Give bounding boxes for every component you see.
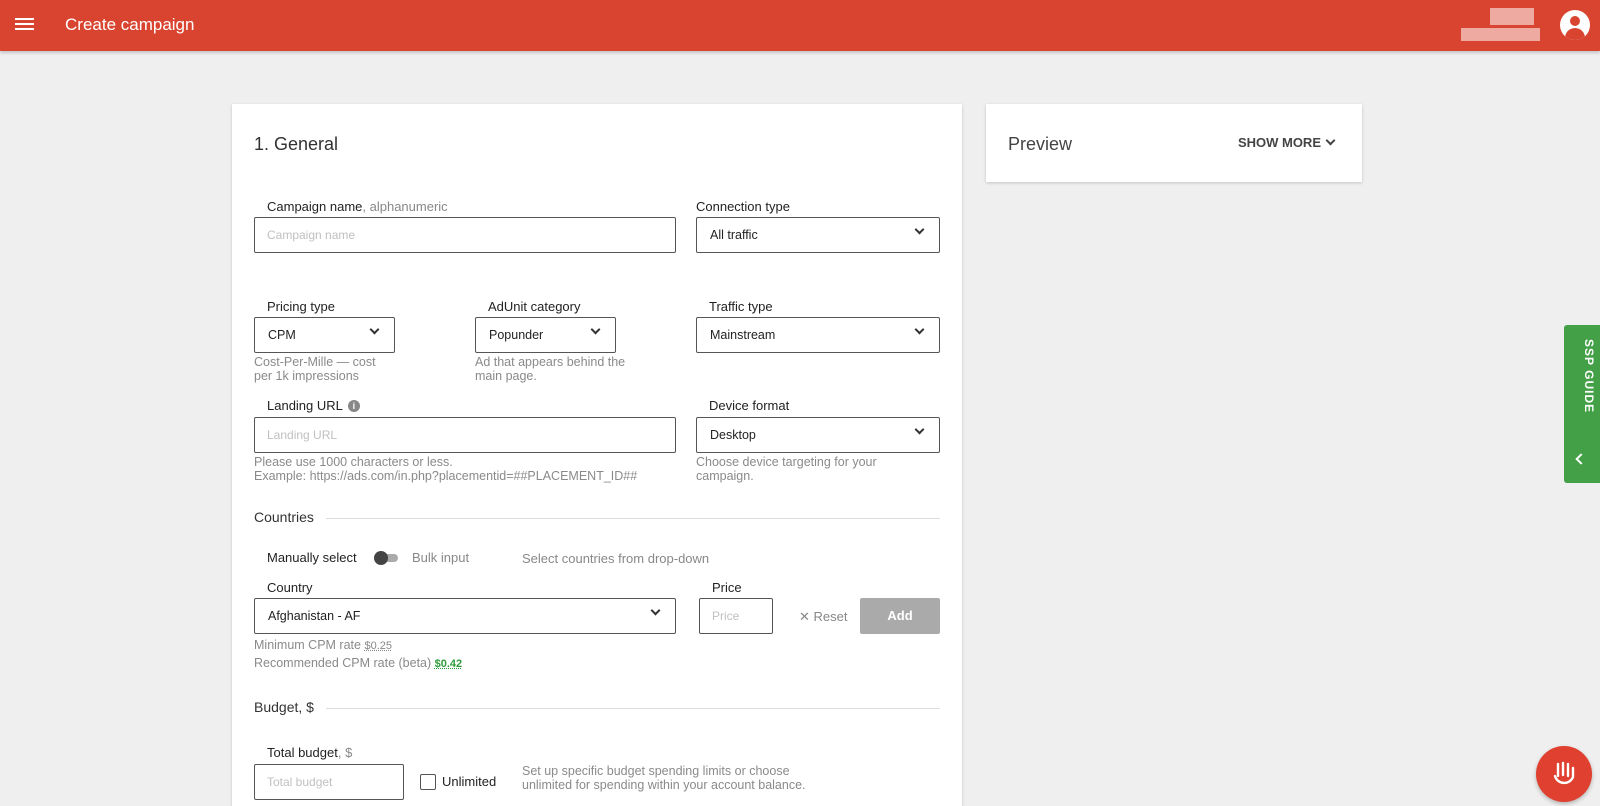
- traffic-type-label: Traffic type: [709, 299, 773, 314]
- close-icon: ✕: [799, 609, 810, 624]
- manually-select-label: Manually select: [267, 550, 357, 565]
- campaign-name-label: Campaign name, alphanumeric: [267, 199, 448, 214]
- connection-type-value: All traffic: [710, 228, 758, 242]
- page-title: Create campaign: [65, 15, 195, 34]
- country-label: Country: [267, 580, 313, 595]
- general-form-card: 1. General Campaign name, alphanumeric C…: [232, 104, 962, 806]
- traffic-type-select[interactable]: Mainstream: [696, 317, 940, 353]
- total-budget-label: Total budget, $: [267, 745, 353, 760]
- pricing-type-value: CPM: [268, 328, 296, 342]
- price-input[interactable]: [700, 599, 772, 633]
- adunit-category-help: Ad that appears behind the main page.: [475, 355, 626, 383]
- adunit-category-label: AdUnit category: [488, 299, 581, 314]
- countries-hint: Select countries from drop-down: [522, 551, 710, 566]
- chat-hand-icon[interactable]: [1536, 746, 1592, 802]
- country-select[interactable]: Afghanistan - AF: [254, 598, 676, 634]
- ssp-guide-label: SSP GUIDE: [1582, 339, 1596, 414]
- device-format-help: Choose device targeting for your campaig…: [696, 455, 877, 483]
- divider: [326, 708, 940, 709]
- chevron-down-icon: [914, 324, 925, 335]
- section-title-general: 1. General: [254, 134, 339, 154]
- min-cpm-rate: Minimum CPM rate $0.25: [254, 638, 392, 652]
- pricing-type-select[interactable]: CPM: [254, 317, 395, 353]
- device-format-label: Device format: [709, 398, 790, 413]
- campaign-name-field[interactable]: [254, 217, 676, 253]
- show-more-button[interactable]: SHOW MORE: [1238, 135, 1336, 150]
- budget-help: Set up specific budget spending limits o…: [522, 764, 806, 792]
- input-mode-toggle[interactable]: [374, 551, 400, 565]
- reset-button[interactable]: ✕ Reset: [799, 609, 848, 625]
- landing-url-label: Landing URL i: [267, 398, 360, 413]
- price-field[interactable]: [699, 598, 773, 634]
- min-cpm-rate-value: $0.25: [364, 640, 392, 652]
- adunit-category-value: Popunder: [489, 328, 544, 342]
- chevron-down-icon: [369, 324, 380, 335]
- budget-section-title: Budget, $: [254, 699, 326, 715]
- pricing-type-help: Cost-Per-Mille — cost per 1k impressions: [254, 355, 376, 383]
- traffic-type-value: Mainstream: [710, 328, 776, 342]
- landing-url-input[interactable]: [255, 418, 675, 452]
- chevron-down-icon: [1325, 135, 1336, 146]
- chevron-left-icon: [1575, 453, 1587, 465]
- chevron-down-icon: [914, 224, 925, 235]
- pricing-type-label: Pricing type: [267, 299, 335, 314]
- menu-icon[interactable]: [13, 15, 35, 35]
- chevron-down-icon: [590, 324, 601, 335]
- preview-title: Preview: [1008, 134, 1073, 154]
- country-value: Afghanistan - AF: [268, 609, 361, 623]
- chevron-down-icon: [650, 605, 661, 616]
- budget-section-header: Budget, $: [254, 699, 940, 719]
- ssp-guide-tab[interactable]: SSP GUIDE: [1564, 325, 1600, 483]
- preview-card: Preview SHOW MORE: [986, 104, 1362, 182]
- recommended-cpm-rate: Recommended CPM rate (beta) $0.42: [254, 656, 463, 670]
- chevron-down-icon: [914, 424, 925, 435]
- landing-url-field[interactable]: [254, 417, 676, 453]
- countries-section-header: Countries: [254, 509, 940, 529]
- add-country-button[interactable]: Add: [860, 598, 940, 634]
- connection-type-label: Connection type: [696, 199, 790, 214]
- connection-type-select[interactable]: All traffic: [696, 217, 940, 253]
- redacted-account-info: [1490, 8, 1534, 25]
- price-label: Price: [712, 580, 742, 595]
- total-budget-field[interactable]: [254, 764, 404, 800]
- device-format-value: Desktop: [710, 428, 756, 442]
- bulk-input-label: Bulk input: [412, 550, 470, 565]
- device-format-select[interactable]: Desktop: [696, 417, 940, 453]
- divider: [326, 518, 940, 519]
- redacted-account-balance: [1461, 28, 1540, 41]
- unlimited-checkbox[interactable]: [420, 774, 436, 790]
- info-icon[interactable]: i: [347, 400, 360, 412]
- countries-section-title: Countries: [254, 509, 326, 525]
- top-app-bar: Create campaign: [0, 0, 1600, 51]
- account-circle-icon[interactable]: [1560, 10, 1590, 40]
- recommended-cpm-rate-value[interactable]: $0.42: [435, 658, 463, 670]
- landing-url-help-line1: Please use 1000 characters or less.: [254, 455, 453, 469]
- landing-url-help-line2: Example: https://ads.com/in.php?placemen…: [254, 469, 638, 483]
- total-budget-input[interactable]: [255, 765, 403, 799]
- unlimited-label: Unlimited: [442, 774, 497, 789]
- adunit-category-select[interactable]: Popunder: [475, 317, 616, 353]
- campaign-name-input[interactable]: [255, 218, 675, 252]
